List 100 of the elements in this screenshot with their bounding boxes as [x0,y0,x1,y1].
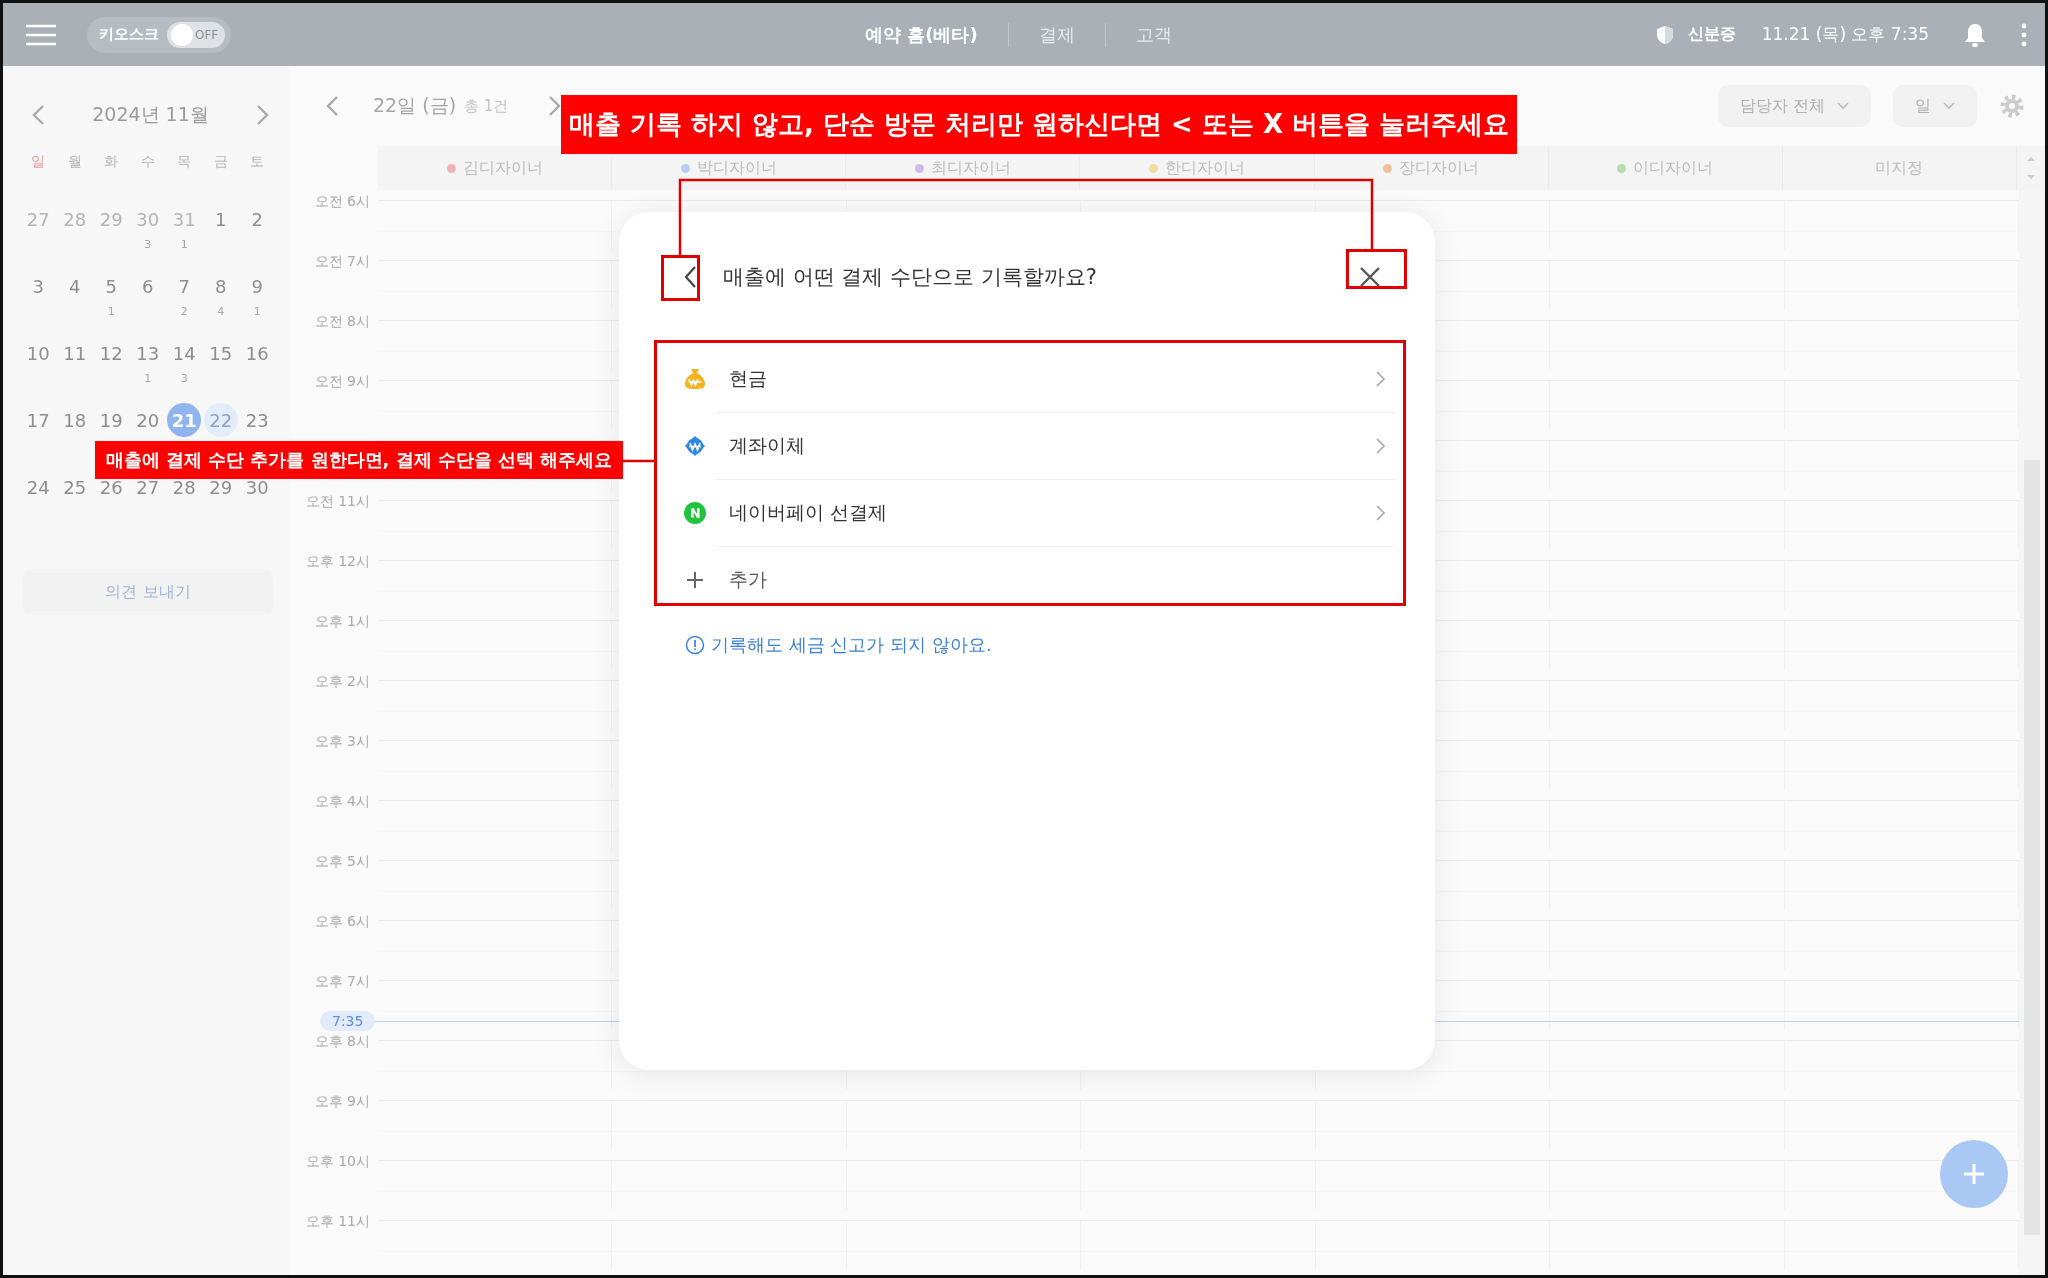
calendar-day[interactable]: 18 [57,409,92,431]
kiosk-toggle[interactable]: 키오스크 OFF [87,16,231,53]
calendar-day[interactable]: 29 [94,208,129,230]
weekday-label: 일 [30,152,47,171]
callout-tooltip: 매출 기록 하지 않고, 단순 방문 처리만 원하신다면 < 또는 X 버튼을 눌러주세요 [561,95,1517,154]
chevron-right-icon[interactable] [256,104,270,126]
weekday-label: 토 [249,152,266,171]
caret-icon [1943,102,1955,110]
time-label: 오후 11시 [305,1212,370,1230]
time-label: 오후 9시 [314,1092,370,1110]
chevron-right-icon[interactable] [548,95,563,117]
id-label[interactable]: 신분증 [1687,24,1736,45]
view-dropdown[interactable]: 일 [1893,85,1977,127]
calendar-day[interactable]: 5 [94,275,129,297]
calendar-day[interactable]: 30 [130,208,165,230]
calendar-day[interactable]: 23 [240,409,275,431]
column-header: 김디자이너 [462,157,543,179]
calendar-day[interactable]: 26 [94,476,129,498]
calendar-day[interactable]: 13 [130,342,165,364]
calendar-day[interactable]: 30 [240,476,275,498]
more-icon[interactable] [2021,22,2027,47]
calendar-day[interactable]: 20 [130,409,165,431]
info-icon [685,635,705,655]
settings-icon[interactable] [1999,93,2025,119]
booking-count: 2 [180,305,188,318]
payment-option[interactable]: 현금 [671,345,1395,412]
scrollbar[interactable] [2019,190,2045,1275]
booking-count: 1 [107,305,115,318]
feedback-button[interactable]: 의견 보내기 [23,569,273,615]
booking-count: 1 [144,372,152,385]
calendar-day[interactable]: 27 [130,476,165,498]
chevron-right-icon [1376,370,1385,387]
column-header: 한디자이너 [1165,157,1245,179]
calendar-day[interactable]: 21 [167,403,202,437]
weekday-label: 화 [103,152,120,171]
calendar-day[interactable]: 1 [203,208,238,230]
booking-count: 1 [180,238,188,251]
calendar-day[interactable]: 10 [21,342,56,364]
highlight-frame [661,255,700,301]
column-header: 미지정 [1875,157,1924,179]
time-label: 오전 6시 [314,192,370,210]
calendar-day[interactable]: 22 [203,403,238,437]
calendar-day[interactable]: 28 [167,476,202,498]
time-slot[interactable] [1784,1100,2019,1150]
weekday-label: 수 [139,152,156,171]
payment-option[interactable]: 계좌이체 [671,412,1395,479]
calendar-day[interactable]: 3 [21,275,56,297]
calendar-day[interactable]: 27 [21,208,56,230]
time-label: 오후 3시 [314,732,370,750]
staff-dropdown[interactable]: 담당자 전체 [1717,85,1871,127]
bell-icon[interactable] [1963,21,1987,48]
calendar-day[interactable]: 19 [94,409,129,431]
chevron-left-icon[interactable] [31,104,45,126]
calendar-day[interactable]: 31 [167,208,202,230]
close-icon[interactable] [1359,266,1381,288]
chevron-left-icon[interactable] [325,95,339,117]
time-slot[interactable] [1784,980,2019,1030]
nav-tab[interactable]: 결제 [1038,22,1075,47]
booking-count: 4 [217,305,225,318]
date-label: 22일 (금) [373,93,457,118]
weekday-label: 월 [66,152,83,171]
n-circle-icon [683,500,707,525]
payment-option[interactable]: 추가 [671,546,1395,613]
calendar-day[interactable]: 24 [21,476,56,498]
calendar-day[interactable]: 25 [57,476,92,498]
back-icon[interactable] [683,265,697,289]
calendar-day[interactable]: 7 [167,275,202,297]
calendar-day[interactable]: 6 [130,275,165,297]
calendar-day[interactable]: 4 [57,275,92,297]
chevron-right-icon [1376,437,1385,454]
booking-count: 3 [180,372,188,385]
time-slot[interactable] [1550,980,1785,1030]
time-label: 오전 7시 [314,252,370,270]
nav-tab[interactable]: 고객 [1135,22,1172,47]
notice-text: 기록해도 세금 신고가 되지 않아요. [711,633,992,657]
booking-count: 1 [253,305,261,318]
time-label: 오후 4시 [314,792,370,810]
calendar-day[interactable]: 15 [203,342,238,364]
time-label: 오후 5시 [314,852,370,870]
time-label: 오후 8시 [314,1032,370,1050]
column-header: 최디자이너 [930,157,1011,179]
calendar-day[interactable]: 2 [240,208,275,230]
shield-icon [1655,24,1674,45]
menu-icon[interactable] [25,23,57,46]
calendar-day[interactable]: 11 [57,342,92,364]
calendar-day[interactable]: 14 [167,342,202,364]
calendar-day[interactable]: 12 [94,342,129,364]
time-label: 오전 9시 [314,372,370,390]
calendar-day[interactable]: 16 [240,342,275,364]
toggle-switch[interactable]: OFF [167,21,225,48]
calendar-day[interactable]: 9 [240,275,275,297]
caret-icon [1837,102,1849,110]
payment-option[interactable]: 네이버페이 선결제 [671,479,1395,546]
calendar-day[interactable]: 8 [203,275,238,297]
calendar-day[interactable]: 29 [203,476,238,498]
weekday-label: 목 [176,152,193,171]
calendar-day[interactable]: 17 [21,409,56,431]
nav-tab[interactable]: 예약 홈(베타) [865,22,978,47]
calendar-day[interactable]: 28 [57,208,92,230]
chevron-right-icon [1376,504,1385,521]
